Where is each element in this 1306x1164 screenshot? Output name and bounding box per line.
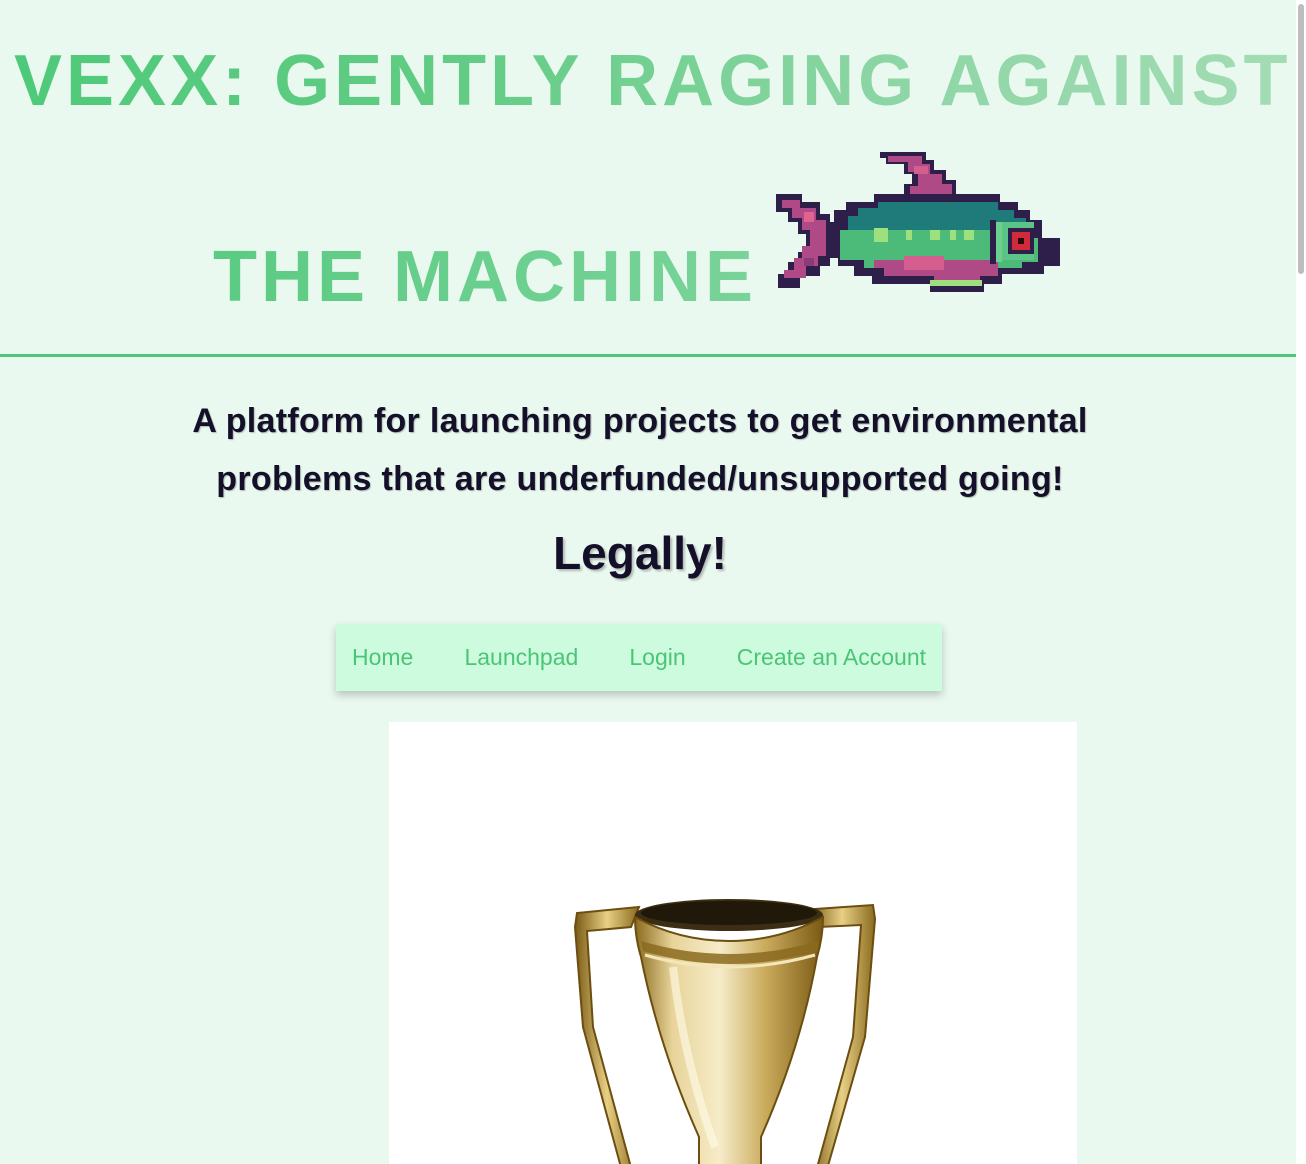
subheading: Legally! [553,527,727,579]
main-nav: Home Launchpad Login Create an Account [336,624,942,691]
tagline-line-2: problems that are underfunded/unsupporte… [216,460,1064,498]
nav-launchpad-link[interactable]: Launchpad [464,644,578,671]
nav-home-link[interactable]: Home [352,644,413,671]
site-title-line-2: THE MACHINE [213,237,757,317]
site-title-line-1: VEXX: GENTLY RAGING AGAINST [14,41,1292,121]
site-header: VEXX: GENTLY RAGING AGAINST THE MACHINE [0,0,1296,357]
page: VEXX: GENTLY RAGING AGAINST THE MACHINE [0,0,1296,1164]
trophy-image [573,899,877,1164]
pixel-fish-icon [776,152,1060,292]
nav-login-link[interactable]: Login [629,644,685,671]
scrollbar-thumb[interactable] [1298,4,1304,274]
nav-create-account-link[interactable]: Create an Account [737,644,926,671]
page-scrollbar[interactable] [1296,0,1306,1164]
tagline-line-1: A platform for launching projects to get… [192,402,1088,440]
tagline: A platform for launching projects to get… [0,392,1280,508]
hero-image-panel [389,722,1077,1164]
